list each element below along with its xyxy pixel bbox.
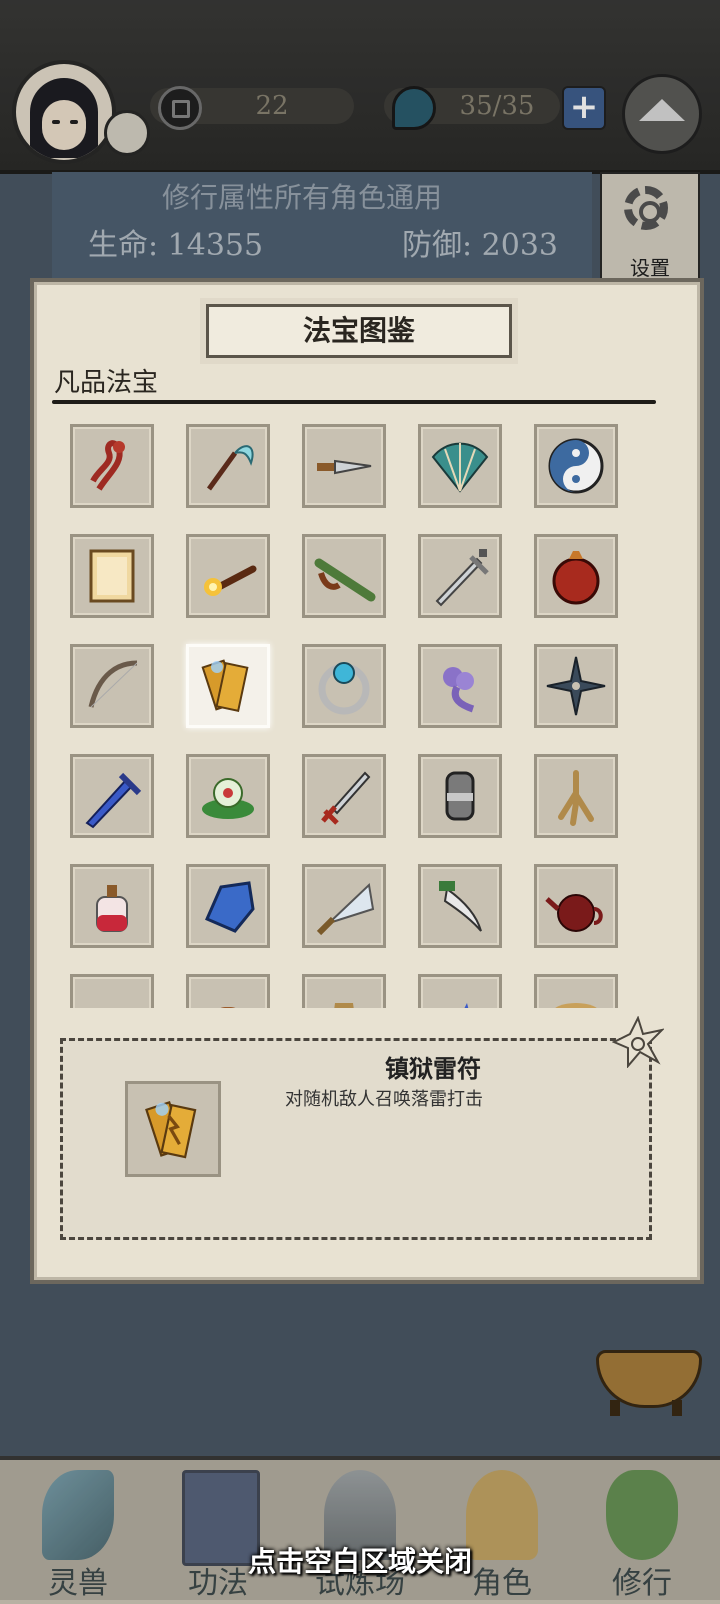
section-label: 凡品法宝 [54, 368, 159, 398]
cloud-pendant-icon [443, 667, 475, 713]
red-dagger-icon [321, 771, 371, 825]
treasure-cell[interactable] [186, 754, 270, 838]
vase-icon [334, 1003, 354, 1008]
treasure-cell[interactable] [534, 974, 618, 1008]
torch-icon [204, 565, 257, 596]
mushroom-icon [555, 1003, 597, 1008]
treasure-cell[interactable] [418, 864, 502, 948]
blue-sword-icon [85, 772, 142, 829]
treasure-cell[interactable] [186, 534, 270, 618]
treasure-cell[interactable] [70, 644, 154, 728]
yin-yang-icon [548, 438, 604, 494]
treasure-grid[interactable] [70, 424, 650, 1008]
treasure-catalog-dialog: 法宝图鉴 凡品法宝 镇狱雷符 对随机敌人召唤落雷打击 [30, 278, 704, 1284]
lotus-icon [202, 778, 254, 819]
thunder-talisman-icon [125, 1081, 221, 1177]
treasure-cell[interactable] [70, 754, 154, 838]
close-icon[interactable] [612, 1016, 664, 1068]
flute-icon [314, 558, 376, 602]
potion-bottle-icon [96, 885, 128, 932]
thunder-talisman-icon [201, 659, 249, 712]
gourd-pouch-icon [552, 551, 600, 605]
sword-icon [435, 549, 489, 607]
treasure-cell[interactable] [534, 754, 618, 838]
treasure-cell[interactable] [70, 424, 154, 508]
treasure-cell[interactable] [186, 864, 270, 948]
treasure-detail-box: 镇狱雷符 对随机敌人召唤落雷打击 [60, 1038, 652, 1240]
bow-icon [88, 660, 138, 708]
treasure-cell[interactable] [302, 864, 386, 948]
treasure-cell[interactable] [418, 424, 502, 508]
treasure-cell[interactable] [302, 754, 386, 838]
treasure-cell[interactable] [70, 864, 154, 948]
red-sash-icon [90, 440, 125, 491]
treasure-cell[interactable] [418, 644, 502, 728]
treasure-cell[interactable] [302, 974, 386, 1008]
blue-shard-icon [464, 1003, 469, 1008]
feather-fan-icon [316, 882, 375, 936]
ginseng-icon [558, 770, 594, 826]
treasure-name: 镇狱雷符 [385, 1055, 481, 1083]
blue-crystal-icon [205, 881, 255, 933]
close-hint: 点击空白区域关闭 [247, 1545, 472, 1578]
teapot-icon [545, 894, 603, 932]
treasure-cell[interactable] [186, 424, 270, 508]
treasure-cell[interactable] [70, 974, 154, 1008]
dagger-icon [317, 459, 372, 475]
treasure-cell[interactable] [302, 424, 386, 508]
treasure-cell[interactable] [186, 644, 270, 728]
gauntlet-icon [445, 771, 475, 821]
curved-knife-icon [439, 881, 482, 932]
folding-fan-icon [431, 442, 489, 493]
treasure-description: 对随机敌人召唤落雷打击 [285, 1089, 483, 1110]
treasure-cell[interactable] [302, 534, 386, 618]
treasure-cell[interactable] [418, 754, 502, 838]
treasure-cell[interactable] [418, 974, 502, 1008]
scroll-paper-icon [89, 549, 135, 603]
jade-ring-icon [318, 662, 370, 715]
green-leaf-icon [79, 983, 145, 1008]
shuriken-icon [546, 656, 606, 716]
treasure-cell[interactable] [534, 424, 618, 508]
dialog-title: 法宝图鉴 [206, 304, 512, 358]
jade-whip-icon [206, 445, 254, 491]
treasure-cell[interactable] [534, 864, 618, 948]
treasure-cell[interactable] [70, 534, 154, 618]
clay-jar-icon [220, 1007, 236, 1008]
section-divider [52, 400, 656, 404]
treasure-cell[interactable] [302, 644, 386, 728]
treasure-cell[interactable] [186, 974, 270, 1008]
treasure-cell[interactable] [534, 644, 618, 728]
treasure-cell[interactable] [418, 534, 502, 618]
treasure-cell[interactable] [534, 534, 618, 618]
